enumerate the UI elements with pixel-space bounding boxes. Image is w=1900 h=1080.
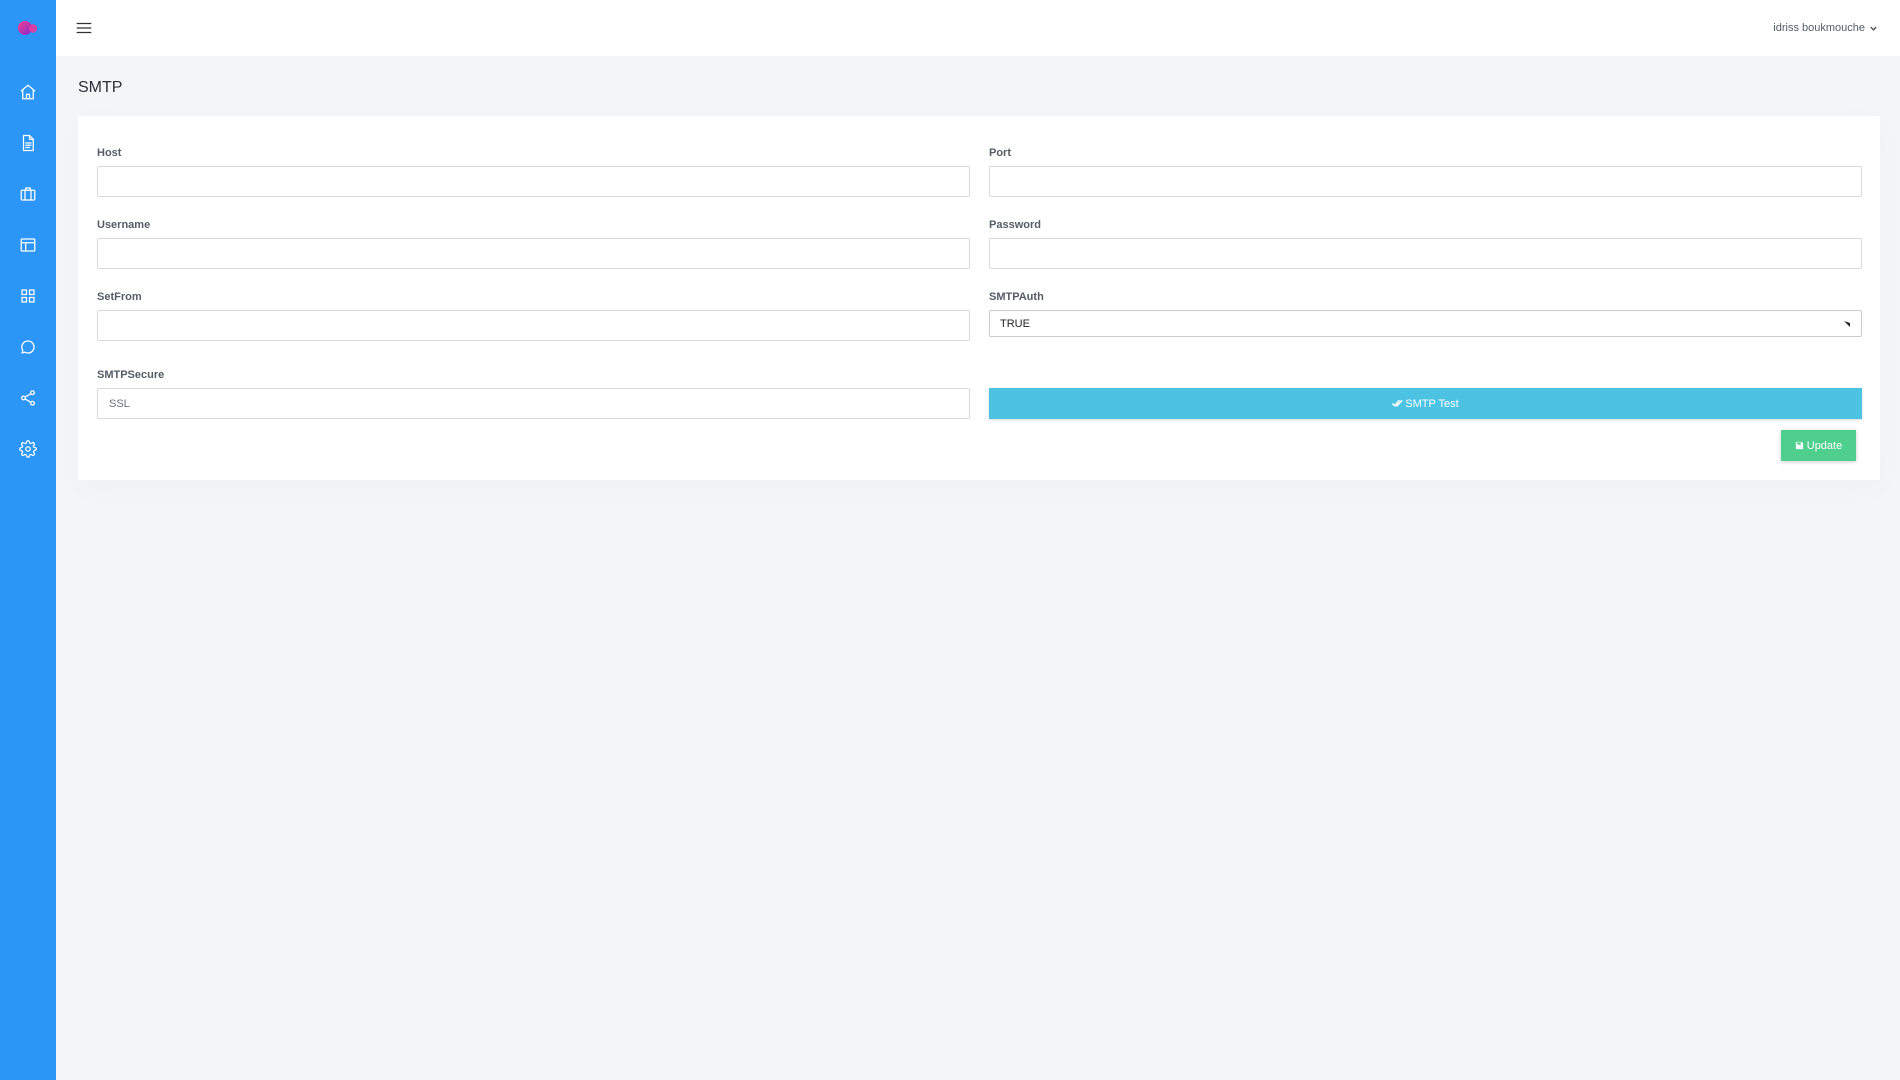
setfrom-input[interactable] [97, 310, 970, 341]
top-header: idriss boukmouche [56, 0, 1900, 56]
sidebar-item-share[interactable] [0, 372, 56, 423]
username-input[interactable] [97, 238, 970, 269]
briefcase-icon [20, 186, 36, 201]
smtpauth-select[interactable]: TRUE [989, 310, 1862, 337]
sidebar-item-messages[interactable] [0, 321, 56, 372]
double-check-icon [1392, 399, 1403, 407]
host-label: Host [97, 147, 122, 159]
username-label: Username [97, 219, 151, 231]
sidebar-item-portfolio[interactable] [0, 168, 56, 219]
setfrom-label: SetFrom [97, 291, 142, 303]
smtpsecure-field-group: SMTPSecure [97, 368, 970, 419]
password-label: Password [989, 219, 1041, 231]
layout-icon [20, 237, 36, 252]
home-icon [20, 84, 36, 99]
sidebar-item-layout[interactable] [0, 219, 56, 270]
password-field-group: Password [989, 218, 1862, 269]
sidebar-item-settings[interactable] [0, 423, 56, 474]
sidebar-item-home[interactable] [0, 66, 56, 117]
grid-icon [21, 288, 35, 303]
port-field-group: Port [989, 146, 1862, 197]
user-menu[interactable]: idriss boukmouche [1773, 22, 1878, 34]
smtp-test-group: SMTP Test [989, 368, 1862, 419]
smtpsecure-input[interactable] [97, 388, 970, 419]
user-name: idriss boukmouche [1773, 22, 1865, 34]
page-title: SMTP [78, 79, 123, 96]
port-label: Port [989, 147, 1011, 159]
sidebar-item-documents[interactable] [0, 117, 56, 168]
smtp-test-label: SMTP Test [1405, 397, 1459, 410]
smtpsecure-label: SMTPSecure [97, 369, 165, 381]
share-icon [20, 389, 36, 406]
sidebar-nav [0, 66, 56, 474]
hamburger-icon [76, 22, 92, 34]
smtpauth-label: SMTPAuth [989, 291, 1044, 303]
smtpauth-selected-value: TRUE [1000, 317, 1030, 330]
dropdown-arrow-icon [1844, 320, 1850, 327]
update-button[interactable]: Update [1781, 430, 1856, 461]
sidebar-item-apps[interactable] [0, 270, 56, 321]
smtpauth-field-group: SMTPAuth TRUE [989, 290, 1862, 341]
password-input[interactable] [989, 238, 1862, 269]
logo-icon [18, 21, 38, 35]
smtp-test-button[interactable]: SMTP Test [989, 388, 1862, 419]
username-field-group: Username [97, 218, 970, 269]
app-logo[interactable] [0, 0, 56, 56]
host-field-group: Host [97, 146, 970, 197]
save-icon [1795, 441, 1803, 450]
smtp-settings-card: Host Port Username Password SetFrom SMTP… [78, 116, 1880, 480]
port-input[interactable] [989, 166, 1862, 197]
gear-icon [19, 439, 37, 458]
setfrom-field-group: SetFrom [97, 290, 970, 341]
menu-toggle-button[interactable] [72, 16, 96, 40]
host-input[interactable] [97, 166, 970, 197]
chevron-down-icon [1870, 26, 1877, 31]
main-content: SMTP Host Port Username Password SetFrom [78, 56, 1880, 480]
sidebar [0, 0, 56, 1080]
update-label: Update [1806, 439, 1843, 452]
document-icon [22, 134, 34, 151]
chat-icon [21, 339, 35, 354]
